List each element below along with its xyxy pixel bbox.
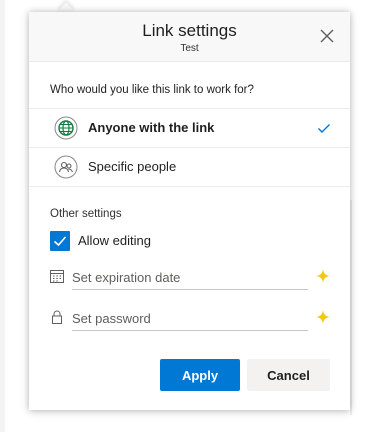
- sparkle-icon: [316, 310, 330, 324]
- page: Link settings Test Who would you like th…: [0, 0, 378, 432]
- password-row: [50, 306, 330, 332]
- option-specific-people[interactable]: Specific people: [29, 148, 350, 186]
- audience-question: Who would you like this link to work for…: [50, 84, 254, 96]
- option-label: Specific people: [88, 159, 177, 174]
- right-edge-divider: [350, 200, 352, 415]
- expiration-date-input[interactable]: [72, 265, 308, 290]
- globe-icon: [54, 116, 78, 140]
- calendar-icon: [50, 270, 64, 283]
- dialog-header: Link settings Test: [29, 12, 350, 62]
- password-input[interactable]: [72, 306, 308, 331]
- left-edge-divider: [0, 0, 5, 432]
- link-settings-dialog: Link settings Test Who would you like th…: [29, 12, 350, 410]
- lock-icon: [52, 310, 62, 324]
- option-anyone-with-link[interactable]: Anyone with the link: [29, 109, 350, 147]
- dialog-subtitle: Test: [180, 43, 199, 54]
- other-settings-heading: Other settings: [50, 208, 122, 220]
- allow-editing-checkbox[interactable]: Allow editing: [50, 231, 250, 253]
- checkmark-icon: [318, 124, 330, 133]
- people-icon: [54, 155, 78, 179]
- checkbox-box: [50, 231, 70, 251]
- close-button[interactable]: [318, 27, 336, 45]
- dialog-title: Link settings: [142, 21, 237, 40]
- cancel-button[interactable]: Cancel: [247, 359, 330, 391]
- apply-button[interactable]: Apply: [160, 359, 240, 391]
- checkmark-icon: [53, 236, 67, 247]
- close-icon: [320, 29, 334, 43]
- sparkle-icon: [316, 269, 330, 283]
- divider: [29, 186, 350, 187]
- expiration-date-row: [50, 265, 330, 291]
- option-label: Anyone with the link: [88, 120, 215, 135]
- allow-editing-label: Allow editing: [78, 233, 151, 248]
